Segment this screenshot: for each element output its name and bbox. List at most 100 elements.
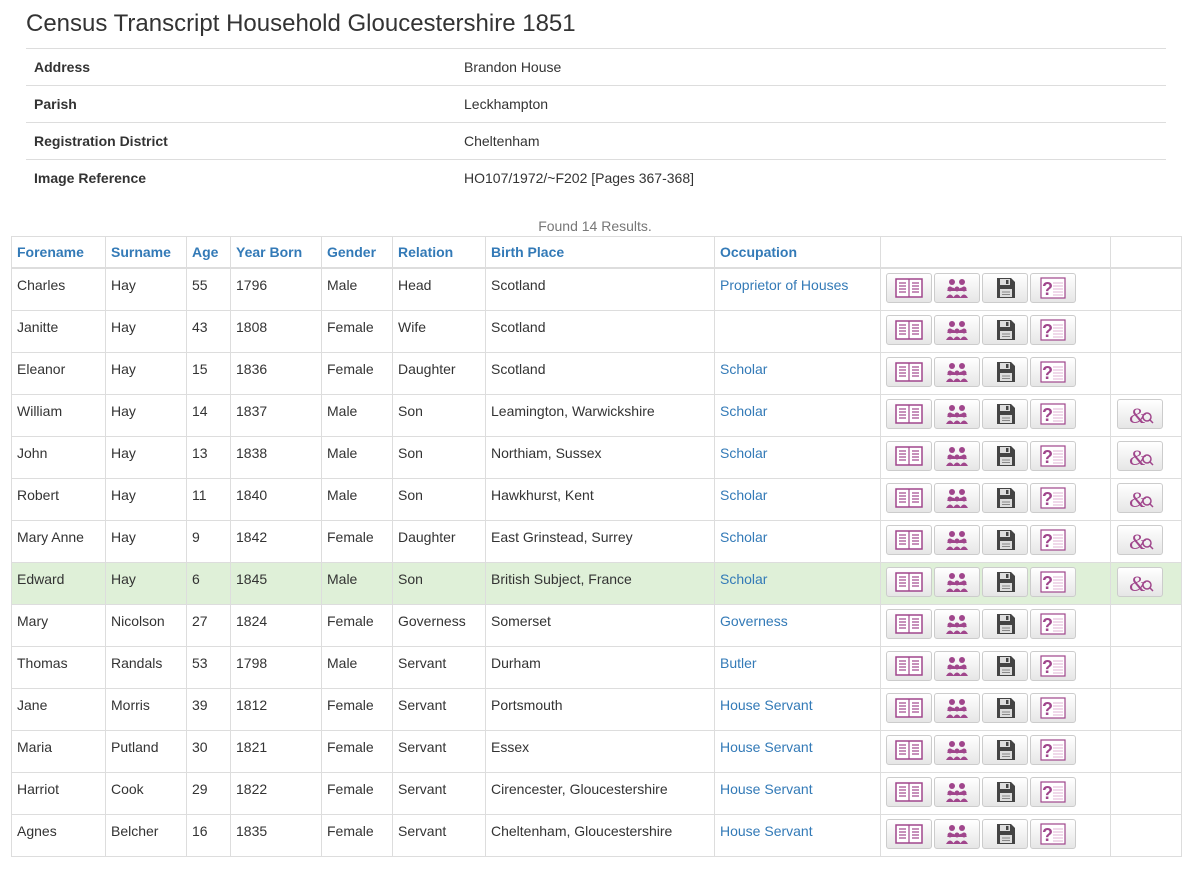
query-button[interactable]: ? xyxy=(1030,273,1076,303)
query-button[interactable]: ? xyxy=(1030,482,1076,513)
household-button[interactable] xyxy=(934,440,980,471)
results-count: Found 14 Results. xyxy=(538,218,652,234)
cell-birth-place: Leamington, Warwickshire xyxy=(485,393,715,437)
household-button[interactable] xyxy=(934,566,980,597)
household-button[interactable] xyxy=(934,818,980,849)
query-button[interactable]: ? xyxy=(1030,566,1076,597)
household-button[interactable] xyxy=(934,482,980,513)
column-header-relation[interactable]: Relation xyxy=(392,236,486,269)
save-button[interactable] xyxy=(982,314,1028,345)
cell-actions: ? xyxy=(880,687,1111,731)
query-button[interactable]: ? xyxy=(1030,650,1076,681)
household-button[interactable] xyxy=(934,776,980,807)
cell-year-born: 1821 xyxy=(230,729,322,773)
save-button[interactable] xyxy=(982,608,1028,639)
transcript-button[interactable] xyxy=(886,692,932,723)
svg-text:?: ? xyxy=(1042,321,1053,341)
household-button[interactable] xyxy=(934,314,980,345)
cell-surname: Hay xyxy=(105,519,187,563)
query-button[interactable]: ? xyxy=(1030,524,1076,555)
query-button[interactable]: ? xyxy=(1030,440,1076,471)
info-value: Leckhampton xyxy=(456,85,1166,123)
column-header-gender[interactable]: Gender xyxy=(321,236,393,269)
cell-extra: & xyxy=(1110,561,1182,605)
save-button[interactable] xyxy=(982,566,1028,597)
save-button[interactable] xyxy=(982,524,1028,555)
svg-text:?: ? xyxy=(1042,741,1053,761)
transcript-button[interactable] xyxy=(886,356,932,387)
occupation-link[interactable]: House Servant xyxy=(720,697,813,713)
query-button[interactable]: ? xyxy=(1030,776,1076,807)
cell-forename: Robert xyxy=(11,477,106,521)
link-person-button[interactable]: & xyxy=(1117,482,1163,513)
occupation-link[interactable]: Proprietor of Houses xyxy=(720,277,848,293)
cell-age: 27 xyxy=(186,603,231,647)
save-button[interactable] xyxy=(982,398,1028,429)
cell-gender: Female xyxy=(321,771,393,815)
column-header-age[interactable]: Age xyxy=(186,236,231,269)
occupation-link[interactable]: Scholar xyxy=(720,361,767,377)
column-header-surname[interactable]: Surname xyxy=(105,236,187,269)
column-header-occupation[interactable]: Occupation xyxy=(714,236,881,269)
link-person-button[interactable]: & xyxy=(1117,566,1163,597)
query-button[interactable]: ? xyxy=(1030,608,1076,639)
occupation-link[interactable]: House Servant xyxy=(720,781,813,797)
query-button[interactable]: ? xyxy=(1030,314,1076,345)
link-person-button[interactable]: & xyxy=(1117,440,1163,471)
query-button[interactable]: ? xyxy=(1030,398,1076,429)
query-button[interactable]: ? xyxy=(1030,734,1076,765)
occupation-link[interactable]: Scholar xyxy=(720,529,767,545)
transcript-button[interactable] xyxy=(886,524,932,555)
save-button[interactable] xyxy=(982,734,1028,765)
occupation-link[interactable]: Scholar xyxy=(720,403,767,419)
save-button[interactable] xyxy=(982,650,1028,681)
link-person-button[interactable]: & xyxy=(1117,398,1163,429)
transcript-button[interactable] xyxy=(886,818,932,849)
household-info-table: Address Brandon House Parish Leckhampton… xyxy=(26,48,1166,196)
transcript-button[interactable] xyxy=(886,398,932,429)
household-button[interactable] xyxy=(934,608,980,639)
occupation-link[interactable]: Scholar xyxy=(720,445,767,461)
column-header-birth-place[interactable]: Birth Place xyxy=(485,236,715,269)
transcript-button[interactable] xyxy=(886,650,932,681)
occupation-link[interactable]: House Servant xyxy=(720,739,813,755)
cell-age: 55 xyxy=(186,267,231,311)
transcript-button[interactable] xyxy=(886,482,932,513)
query-button[interactable]: ? xyxy=(1030,356,1076,387)
column-header-forename[interactable]: Forename xyxy=(11,236,106,269)
occupation-link[interactable]: Governess xyxy=(720,613,788,629)
household-button[interactable] xyxy=(934,692,980,723)
cell-birth-place: Somerset xyxy=(485,603,715,647)
occupation-link[interactable]: Scholar xyxy=(720,571,767,587)
save-button[interactable] xyxy=(982,273,1028,303)
cell-occupation: Scholar xyxy=(714,561,881,605)
household-button[interactable] xyxy=(934,524,980,555)
transcript-button[interactable] xyxy=(886,608,932,639)
save-button[interactable] xyxy=(982,776,1028,807)
occupation-link[interactable]: House Servant xyxy=(720,823,813,839)
household-button[interactable] xyxy=(934,734,980,765)
occupation-link[interactable]: Scholar xyxy=(720,487,767,503)
transcript-button[interactable] xyxy=(886,734,932,765)
transcript-button[interactable] xyxy=(886,440,932,471)
save-button[interactable] xyxy=(982,692,1028,723)
household-button[interactable] xyxy=(934,398,980,429)
household-button[interactable] xyxy=(934,273,980,303)
occupation-link[interactable]: Butler xyxy=(720,655,757,671)
link-person-button[interactable]: & xyxy=(1117,524,1163,555)
transcript-button[interactable] xyxy=(886,273,932,303)
save-button[interactable] xyxy=(982,818,1028,849)
cell-year-born: 1808 xyxy=(230,309,322,353)
query-button[interactable]: ? xyxy=(1030,818,1076,849)
table-row: Agnes Belcher 16 1835 Female Servant Cheltenha… xyxy=(11,813,1182,857)
transcript-button[interactable] xyxy=(886,314,932,345)
save-button[interactable] xyxy=(982,440,1028,471)
transcript-button[interactable] xyxy=(886,776,932,807)
query-button[interactable]: ? xyxy=(1030,692,1076,723)
household-button[interactable] xyxy=(934,650,980,681)
save-button[interactable] xyxy=(982,356,1028,387)
save-button[interactable] xyxy=(982,482,1028,513)
household-button[interactable] xyxy=(934,356,980,387)
transcript-button[interactable] xyxy=(886,566,932,597)
column-header-year-born[interactable]: Year Born xyxy=(230,236,322,269)
